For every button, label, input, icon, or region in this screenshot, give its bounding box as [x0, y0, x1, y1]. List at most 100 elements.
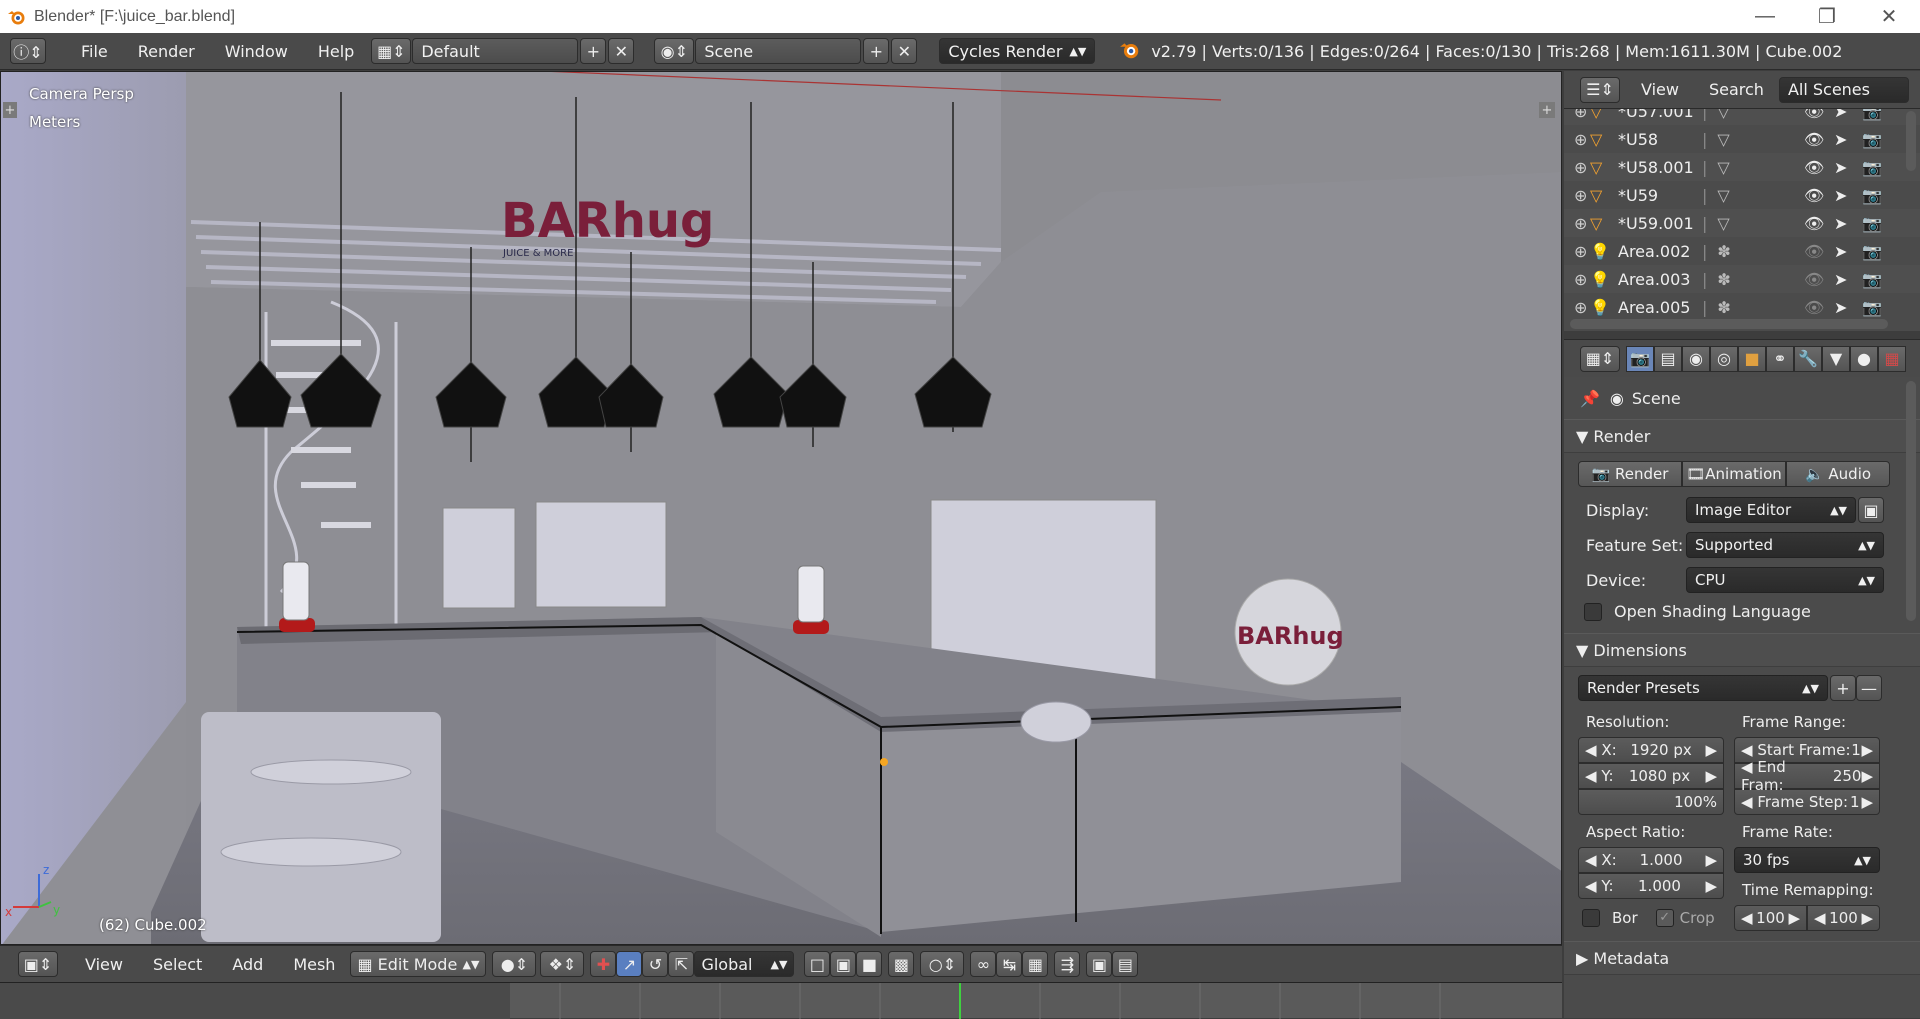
add-preset-icon[interactable]: +: [1830, 675, 1856, 701]
outliner-item[interactable]: ⊕ ▽ *U59 | ▽ 👁 ➤ 📷: [1564, 181, 1920, 209]
tab-modifiers-icon[interactable]: 🔧: [1794, 345, 1822, 372]
renderability-camera-icon[interactable]: 📷: [1862, 270, 1882, 289]
menu-file[interactable]: File: [66, 42, 123, 61]
renderability-camera-icon[interactable]: 📷: [1862, 130, 1882, 149]
transform-orientation-select[interactable]: Global ▲▼: [694, 951, 795, 977]
audio-button[interactable]: 🔈 Audio: [1786, 461, 1890, 487]
osl-checkbox[interactable]: [1584, 602, 1602, 621]
scene-field[interactable]: Scene: [695, 38, 862, 64]
render-image-icon[interactable]: ▣: [1086, 951, 1113, 977]
tab-render-layers-icon[interactable]: ▤: [1654, 345, 1682, 372]
outliner-item-name[interactable]: *U57.001: [1618, 109, 1698, 121]
metadata-panel-header[interactable]: ▶ Metadata: [1564, 941, 1920, 975]
viewport-corner-add-icon[interactable]: +: [1539, 102, 1555, 118]
edge-select-icon[interactable]: ▣: [830, 951, 857, 977]
render-button[interactable]: 📷 Render: [1578, 461, 1682, 487]
outliner-item[interactable]: ⊕ ▽ *U58.001 | ▽ 👁 ➤ 📷: [1564, 153, 1920, 181]
vertex-select-icon[interactable]: □: [804, 951, 831, 977]
display-settings-icon[interactable]: ▣: [1858, 497, 1884, 523]
close-icon[interactable]: ✕: [1858, 0, 1920, 33]
translate-manipulator-icon[interactable]: ↗: [616, 951, 643, 977]
toolshelf-toggle-icon[interactable]: +: [3, 102, 17, 118]
outliner-item[interactable]: ⊕ ▽ *U57.001 | ▽ 👁 ➤ 📷: [1564, 109, 1920, 125]
frame-rate-select[interactable]: 30 fps ▲▼: [1734, 847, 1880, 873]
render-animation-icon[interactable]: ▤: [1112, 951, 1139, 977]
animation-button[interactable]: 🎞 Animation: [1682, 461, 1786, 487]
scene-icon[interactable]: ◉⇕: [654, 38, 695, 64]
rotate-manipulator-icon[interactable]: ↺: [642, 951, 669, 977]
menu-help[interactable]: Help: [303, 42, 369, 61]
face-select-icon[interactable]: ■: [856, 951, 883, 977]
tab-world-icon[interactable]: ◎: [1710, 345, 1738, 372]
selectability-cursor-icon[interactable]: ➤: [1834, 186, 1847, 205]
expand-icon[interactable]: ⊕: [1564, 298, 1590, 317]
resolution-x-field[interactable]: ◀ X: 1920 px ▶: [1578, 737, 1724, 763]
resolution-percentage-field[interactable]: 100%: [1578, 789, 1724, 815]
expand-icon[interactable]: ⊕: [1564, 130, 1590, 149]
manipulator-icon[interactable]: ✚: [590, 951, 617, 977]
occlude-geometry-icon[interactable]: ▩: [888, 951, 915, 977]
tab-material-icon[interactable]: ●: [1850, 345, 1878, 372]
border-checkbox[interactable]: [1582, 909, 1600, 927]
visibility-eye-icon[interactable]: 👁: [1804, 242, 1824, 261]
selectability-cursor-icon[interactable]: ➤: [1834, 109, 1847, 121]
render-presets-select[interactable]: Render Presets ▲▼: [1578, 675, 1828, 701]
resolution-y-field[interactable]: ◀ Y: 1080 px ▶: [1578, 763, 1724, 789]
renderability-camera-icon[interactable]: 📷: [1862, 214, 1882, 233]
tab-render-icon[interactable]: 📷: [1626, 345, 1654, 372]
frame-step-field[interactable]: ◀ Frame Step: 1 ▶: [1734, 789, 1880, 815]
snap-target-icon[interactable]: ▦: [1022, 951, 1049, 977]
outliner-item[interactable]: ⊕ 💡 Area.002 | ✽ 👁 ➤ 📷: [1564, 237, 1920, 265]
visibility-eye-icon[interactable]: 👁: [1804, 214, 1824, 233]
remap-old-field[interactable]: ◀ 100 ▶: [1734, 905, 1807, 931]
outliner-item[interactable]: ⊕ 💡 Area.003 | ✽ 👁 ➤ 📷: [1564, 265, 1920, 293]
menu-select[interactable]: Select: [138, 955, 217, 974]
renderability-camera-icon[interactable]: 📷: [1862, 109, 1882, 121]
render-engine-select[interactable]: Cycles Render ▲▼: [939, 38, 1096, 64]
editor-type-outliner-icon[interactable]: ☰⇕: [1580, 76, 1620, 103]
selectability-cursor-icon[interactable]: ➤: [1834, 214, 1847, 233]
selectability-cursor-icon[interactable]: ➤: [1834, 270, 1847, 289]
screen-layout-field[interactable]: Default: [412, 38, 579, 64]
dimensions-panel-header[interactable]: ▼ Dimensions: [1564, 633, 1920, 667]
renderability-camera-icon[interactable]: 📷: [1862, 242, 1882, 261]
editor-type-3dview-icon[interactable]: ▣⇕: [18, 951, 58, 977]
outliner-display-mode-select[interactable]: All Scenes: [1778, 76, 1909, 103]
3d-viewport[interactable]: BARhug JUICE & MORE BARhug Camera Persp …: [0, 71, 1562, 945]
timeline-strip[interactable]: [0, 982, 1562, 1019]
aspect-x-field[interactable]: ◀ X: 1.000 ▶: [1578, 847, 1724, 873]
outliner-menu-view[interactable]: View: [1626, 80, 1694, 99]
menu-add[interactable]: Add: [217, 955, 278, 974]
delete-scene-icon[interactable]: ✕: [891, 38, 918, 64]
selectability-cursor-icon[interactable]: ➤: [1834, 158, 1847, 177]
outliner-item-name[interactable]: *U59: [1618, 186, 1698, 205]
outliner-item-name[interactable]: *U59.001: [1618, 214, 1698, 233]
editor-type-properties-icon[interactable]: ▦⇕: [1580, 345, 1620, 372]
visibility-eye-icon[interactable]: 👁: [1804, 109, 1824, 121]
end-frame-field[interactable]: ◀ End Fram: 250 ▶: [1734, 758, 1880, 794]
aspect-y-field[interactable]: ◀ Y: 1.000 ▶: [1578, 873, 1724, 899]
remap-new-field[interactable]: ◀ 100 ▶: [1807, 905, 1880, 931]
outliner-item-name[interactable]: Area.002: [1618, 242, 1698, 261]
tab-data-icon[interactable]: ▼: [1822, 345, 1850, 372]
visibility-eye-icon[interactable]: 👁: [1804, 270, 1824, 289]
visibility-eye-icon[interactable]: 👁: [1804, 298, 1824, 317]
expand-icon[interactable]: ⊕: [1564, 186, 1590, 205]
outliner-item[interactable]: ⊕ ▽ *U58 | ▽ 👁 ➤ 📷: [1564, 125, 1920, 153]
remove-preset-icon[interactable]: —: [1856, 675, 1882, 701]
visibility-eye-icon[interactable]: 👁: [1804, 158, 1824, 177]
tab-object-icon[interactable]: ■: [1738, 345, 1766, 372]
expand-icon[interactable]: ⊕: [1564, 109, 1590, 121]
pivot-point-icon[interactable]: ❖⇕: [540, 951, 585, 977]
editor-type-info-icon[interactable]: ⓘ⇕: [10, 38, 46, 64]
outliner-item[interactable]: ⊕ ▽ *U59.001 | ▽ 👁 ➤ 📷: [1564, 209, 1920, 237]
add-screen-icon[interactable]: +: [580, 38, 607, 64]
outliner-tree[interactable]: ⊕ ▽ *U57.001 | ▽ 👁 ➤ 📷 ⊕ ▽ *U58 | ▽ 👁 ➤ 📷 ⊕ ▽ *U58.001 | ▽ 👁 ➤…: [1564, 109, 1920, 331]
outliner-scrollbar[interactable]: [1906, 111, 1916, 171]
menu-view[interactable]: View: [70, 955, 138, 974]
minimize-icon[interactable]: —: [1734, 0, 1796, 33]
expand-icon[interactable]: ⊕: [1564, 270, 1590, 289]
snap-icon[interactable]: ∞: [970, 951, 997, 977]
opengl-render-icon[interactable]: ⇶: [1054, 951, 1081, 977]
restore-icon[interactable]: ❐: [1796, 0, 1858, 33]
